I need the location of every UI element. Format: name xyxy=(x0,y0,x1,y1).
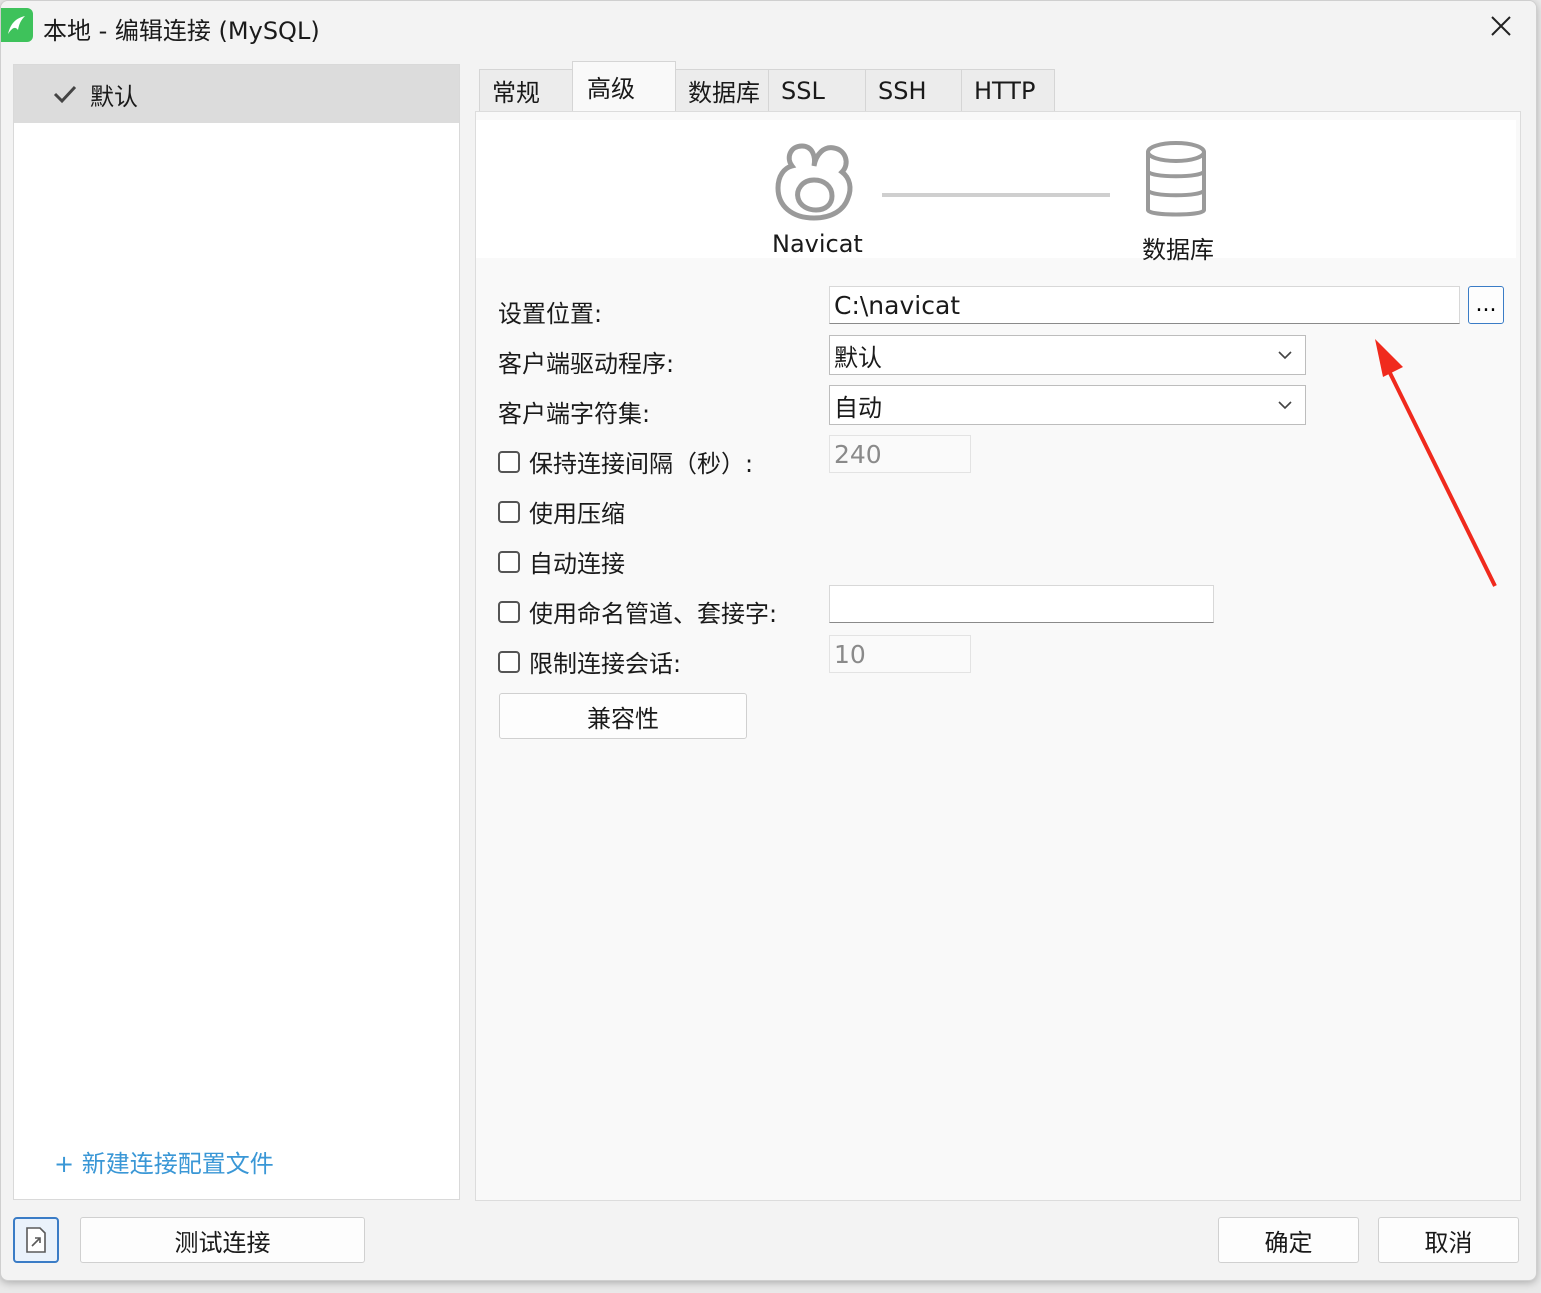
connection-diagram: Navicat 数据库 xyxy=(476,120,1516,264)
edit-connection-dialog: 本地 - 编辑连接 (MySQL) 默认 + 新建连接配置文件 常规 高级 数据… xyxy=(0,0,1537,1281)
client-charset-value: 自动 xyxy=(834,393,882,422)
connector-line xyxy=(882,193,1110,197)
client-driver-value: 默认 xyxy=(834,343,882,372)
browse-button[interactable]: ... xyxy=(1468,286,1504,324)
tab-ssl[interactable]: SSL xyxy=(768,69,866,111)
settings-location-label: 设置位置: xyxy=(498,300,603,328)
compression-checkbox[interactable] xyxy=(498,500,520,523)
auto-connect-label: 自动连接 xyxy=(529,550,625,578)
limit-sessions-label: 限制连接会话: xyxy=(529,650,682,678)
client-charset-select[interactable]: 自动 xyxy=(829,385,1306,425)
settings-location-input[interactable]: C:\navicat xyxy=(829,286,1460,324)
title-bar: 本地 - 编辑连接 (MySQL) xyxy=(1,1,1536,51)
profile-item-default[interactable]: 默认 xyxy=(14,65,459,123)
cancel-button[interactable]: 取消 xyxy=(1378,1217,1519,1263)
navicat-label: Navicat xyxy=(772,230,863,258)
tab-database[interactable]: 数据库 xyxy=(675,69,769,111)
new-profile-link[interactable]: + 新建连接配置文件 xyxy=(54,1144,274,1179)
profile-item-label: 默认 xyxy=(90,82,138,111)
navicat-app-icon xyxy=(1,8,33,42)
named-pipe-input[interactable] xyxy=(829,585,1214,623)
client-driver-select[interactable]: 默认 xyxy=(829,335,1306,375)
red-arrow-annotation xyxy=(1375,339,1497,587)
tab-bar: 常规 高级 数据库 SSL SSH HTTP xyxy=(479,61,1055,111)
close-icon[interactable] xyxy=(1484,9,1518,43)
limit-sessions-checkbox[interactable] xyxy=(498,650,520,673)
named-pipe-checkbox-row[interactable]: 使用命名管道、套接字: xyxy=(498,594,777,629)
chevron-down-icon xyxy=(1278,401,1292,410)
limit-sessions-checkbox-row[interactable]: 限制连接会话: xyxy=(498,644,681,679)
advanced-tab-content: Navicat 数据库 设置位置: C:\navicat ... 客户端驱动程序… xyxy=(475,111,1521,1201)
named-pipe-checkbox[interactable] xyxy=(498,600,520,623)
navicat-logo-icon xyxy=(775,143,853,221)
tab-http[interactable]: HTTP xyxy=(961,69,1055,111)
ok-button[interactable]: 确定 xyxy=(1218,1217,1359,1263)
chevron-down-icon xyxy=(1278,351,1292,360)
keepalive-interval-input[interactable]: 240 xyxy=(829,435,971,473)
database-label: 数据库 xyxy=(1142,236,1214,264)
keepalive-checkbox[interactable] xyxy=(498,450,520,473)
compatibility-button[interactable]: 兼容性 xyxy=(499,693,747,739)
auto-connect-checkbox[interactable] xyxy=(498,550,520,573)
limit-sessions-input[interactable]: 10 xyxy=(829,635,971,673)
tab-general[interactable]: 常规 xyxy=(479,69,573,111)
named-pipe-label: 使用命名管道、套接字: xyxy=(529,600,778,628)
client-charset-label: 客户端字符集: xyxy=(498,400,651,428)
auto-connect-checkbox-row[interactable]: 自动连接 xyxy=(498,544,625,579)
client-driver-label: 客户端驱动程序: xyxy=(498,350,675,378)
tab-advanced[interactable]: 高级 xyxy=(572,61,676,111)
compression-checkbox-row[interactable]: 使用压缩 xyxy=(498,494,625,529)
checkmark-icon xyxy=(53,85,77,104)
keepalive-label: 保持连接间隔（秒）: xyxy=(529,450,754,478)
database-icon xyxy=(1146,141,1206,217)
compression-label: 使用压缩 xyxy=(529,500,625,528)
tab-ssh[interactable]: SSH xyxy=(865,69,962,111)
window-title: 本地 - 编辑连接 (MySQL) xyxy=(43,17,320,45)
test-connection-button[interactable]: 测试连接 xyxy=(80,1217,365,1263)
export-connection-icon[interactable] xyxy=(13,1217,59,1263)
profile-sidebar: 默认 + 新建连接配置文件 xyxy=(13,64,460,1200)
keepalive-checkbox-row[interactable]: 保持连接间隔（秒）: xyxy=(498,444,753,479)
